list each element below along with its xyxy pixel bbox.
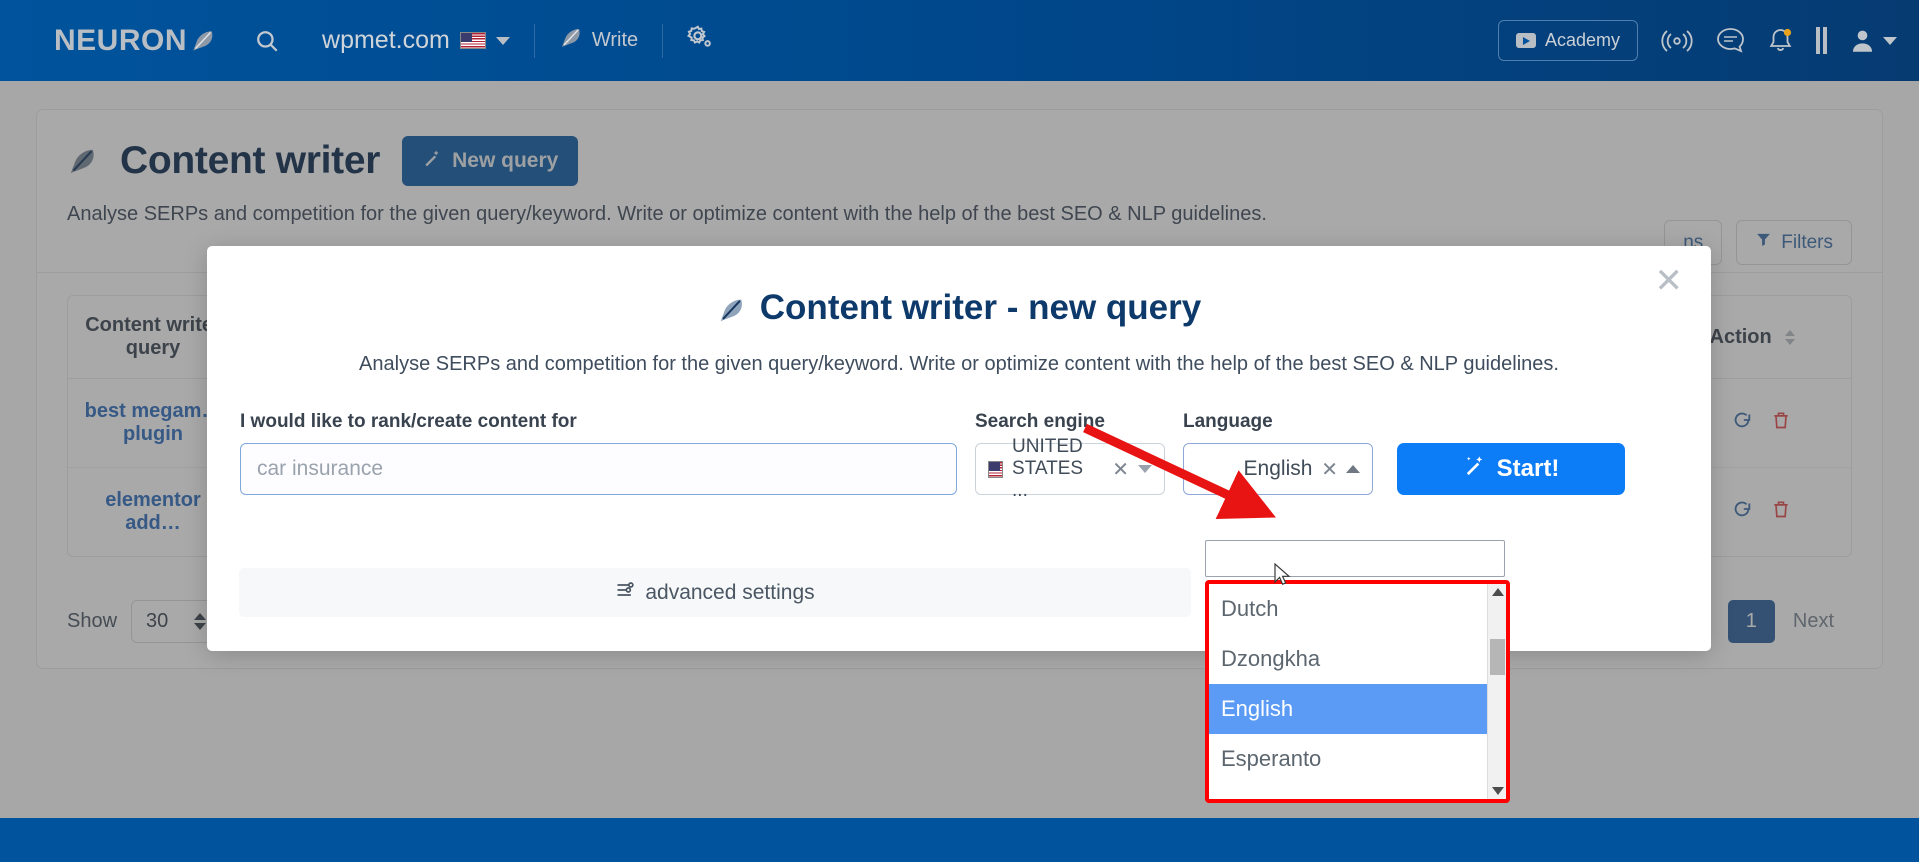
- top-navbar: NEURON wpmet.com Write Academy: [0, 0, 1919, 81]
- nav-divider: [533, 23, 535, 58]
- bell-icon[interactable]: [1767, 26, 1794, 56]
- academy-button[interactable]: Academy: [1497, 20, 1638, 61]
- write-nav-item[interactable]: Write: [559, 26, 638, 56]
- language-search-input[interactable]: [1205, 540, 1505, 577]
- academy-label: Academy: [1544, 30, 1620, 50]
- language-value: English: [1243, 457, 1313, 480]
- chevron-up-icon[interactable]: [1346, 465, 1360, 473]
- scrollbar-thumb[interactable]: [1490, 639, 1505, 675]
- navbar-right-group: Academy: [1497, 20, 1897, 61]
- feather-icon: [559, 26, 583, 56]
- language-dropdown: Dutch Dzongkha English Esperanto Estonia…: [1205, 540, 1510, 803]
- brand-name: NEURON: [54, 23, 188, 57]
- query-field-label: I would like to rank/create content for: [240, 411, 577, 432]
- gear-icon: [687, 24, 713, 57]
- broadcast-icon[interactable]: [1660, 28, 1694, 54]
- scroll-up-arrow-icon[interactable]: [1492, 588, 1504, 596]
- chevron-down-icon: [495, 36, 510, 45]
- language-option-estonian[interactable]: Estonian: [1209, 784, 1506, 799]
- us-flag-icon: [459, 32, 486, 49]
- modal-title: Content writer - new query: [759, 288, 1202, 327]
- query-field-group: I would like to rank/create content for …: [240, 411, 957, 495]
- scroll-down-arrow-icon[interactable]: [1492, 787, 1504, 795]
- user-avatar-icon[interactable]: [1849, 27, 1897, 54]
- feather-icon: [190, 28, 216, 54]
- start-button[interactable]: Start!: [1397, 443, 1625, 495]
- language-option-dutch[interactable]: Dutch: [1209, 584, 1506, 634]
- nav-divider: [662, 23, 664, 58]
- advanced-settings-label: advanced settings: [645, 580, 815, 604]
- advanced-settings-button[interactable]: advanced settings: [239, 568, 1191, 617]
- youtube-play-icon: [1515, 33, 1536, 48]
- chevron-down-icon[interactable]: [1138, 465, 1152, 473]
- query-input[interactable]: car insurance: [240, 443, 957, 495]
- write-label: Write: [591, 29, 639, 51]
- close-icon[interactable]: ✕: [1655, 264, 1684, 298]
- us-flag-icon: [988, 460, 1004, 478]
- chat-icon[interactable]: [1716, 27, 1745, 54]
- query-form-row: I would like to rank/create content for …: [240, 411, 1678, 501]
- modal-description: Analyse SERPs and competition for the gi…: [359, 353, 1559, 375]
- clear-x-icon[interactable]: ✕: [1112, 457, 1129, 482]
- footer-band: [0, 818, 1919, 862]
- domain-switcher[interactable]: wpmet.com: [322, 26, 510, 55]
- sliders-icon: [615, 580, 635, 606]
- bars-icon[interactable]: [1816, 27, 1827, 54]
- search-engine-value: UNITED STATES ...: [1012, 436, 1084, 501]
- search-engine-label: Search engine: [975, 411, 1105, 432]
- dropdown-scrollbar[interactable]: [1487, 584, 1506, 799]
- language-option-english[interactable]: English: [1209, 684, 1506, 734]
- search-engine-select[interactable]: UNITED STATES ... ✕: [975, 436, 1165, 501]
- language-label: Language: [1183, 411, 1273, 432]
- feather-icon: [717, 294, 746, 323]
- language-group: Language English ✕: [1183, 411, 1373, 495]
- modal-title-row: Content writer - new query: [207, 288, 1711, 328]
- search-engine-group: Search engine UNITED STATES ... ✕: [975, 411, 1165, 501]
- chevron-down-icon: [1883, 36, 1897, 45]
- search-icon[interactable]: [254, 28, 280, 54]
- settings-nav-item[interactable]: [687, 24, 713, 57]
- start-button-label: Start!: [1496, 455, 1560, 482]
- language-select[interactable]: English ✕: [1183, 443, 1373, 495]
- domain-name: wpmet.com: [322, 26, 450, 54]
- clear-x-icon[interactable]: ✕: [1321, 457, 1338, 482]
- language-option-dzongkha[interactable]: Dzongkha: [1209, 634, 1506, 684]
- language-option-esperanto[interactable]: Esperanto: [1209, 734, 1506, 784]
- language-option-list: Dutch Dzongkha English Esperanto Estonia…: [1205, 580, 1510, 803]
- brand-logo[interactable]: NEURON: [54, 24, 216, 58]
- magic-wand-icon: [1463, 454, 1486, 484]
